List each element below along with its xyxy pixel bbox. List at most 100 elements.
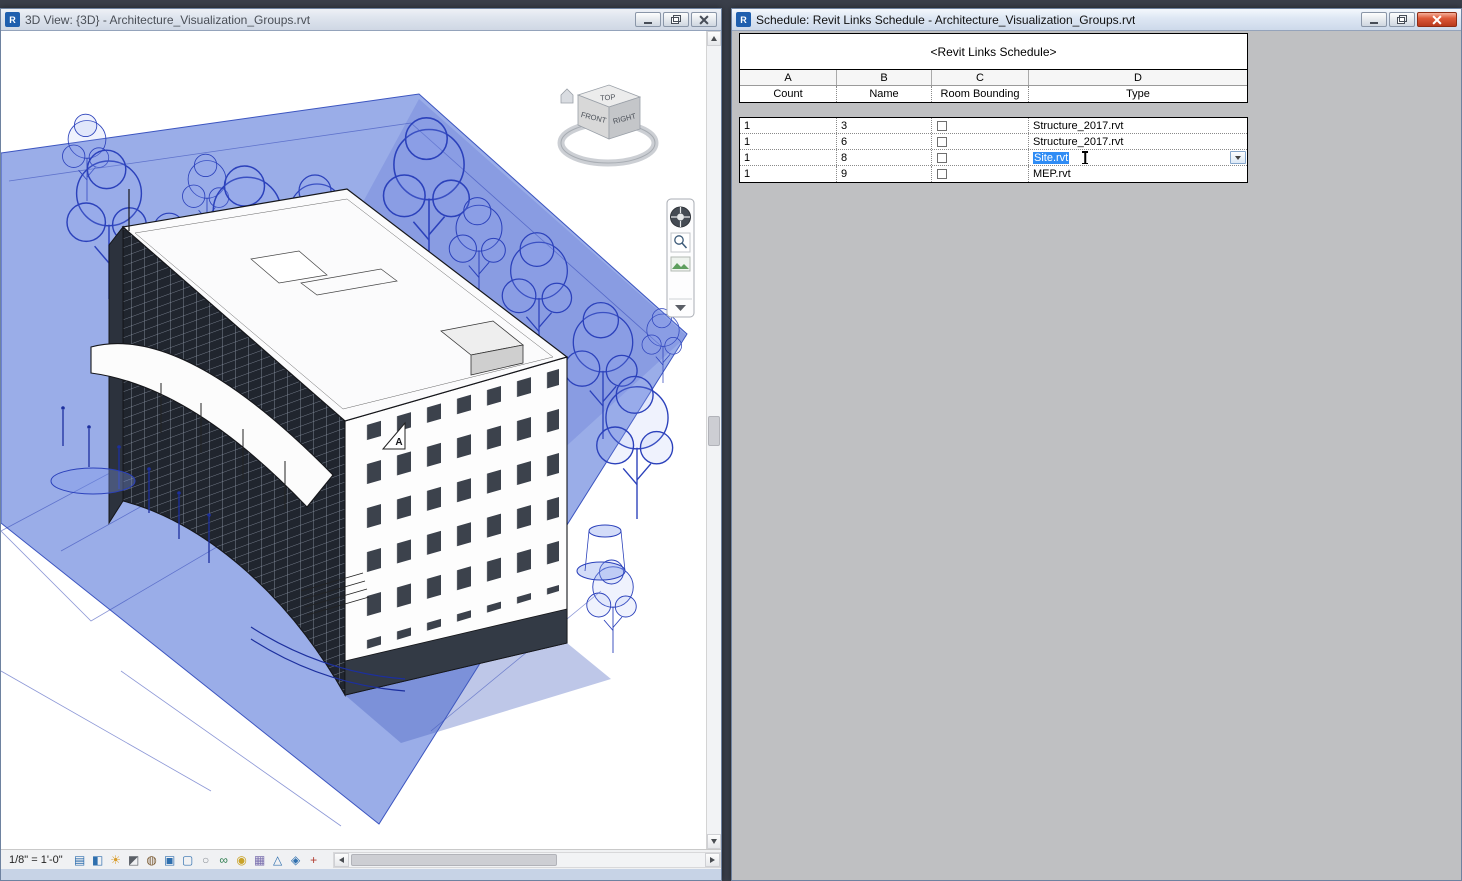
restore-button[interactable] bbox=[663, 12, 689, 27]
cell-name[interactable]: 9 bbox=[837, 166, 932, 182]
cell-type[interactable]: Structure_2017.rvt bbox=[1029, 118, 1247, 133]
viewcube[interactable]: TOP FRONT RIGHT bbox=[561, 85, 655, 163]
type-dropdown-button[interactable] bbox=[1230, 151, 1246, 164]
horizontal-scroll-thumb[interactable] bbox=[351, 854, 558, 866]
close-button[interactable] bbox=[1417, 12, 1457, 27]
schedule-title[interactable]: <Revit Links Schedule> bbox=[740, 34, 1247, 70]
cell-count[interactable]: 1 bbox=[740, 150, 837, 165]
cell-name[interactable]: 3 bbox=[837, 118, 932, 133]
schedule-window: R Schedule: Revit Links Schedule - Archi… bbox=[731, 8, 1462, 881]
detail-level-icon[interactable]: ▤ bbox=[71, 851, 89, 869]
unlocked-3d-view-icon[interactable]: ○ bbox=[197, 851, 215, 869]
close-button[interactable] bbox=[691, 12, 717, 27]
building-sign: A bbox=[395, 437, 402, 448]
schedule-table: <Revit Links Schedule> A B C D Count Nam… bbox=[739, 33, 1248, 183]
cell-room-bounding[interactable] bbox=[932, 150, 1029, 165]
view-control-icons: ▤◧☀◩◍▣▢○∞◉▦△◈+ bbox=[71, 851, 323, 869]
vertical-scrollbar[interactable] bbox=[706, 31, 721, 849]
chevron-down-icon bbox=[1235, 156, 1241, 160]
schedule-row: 19 MEP.rvt bbox=[740, 166, 1247, 182]
show-crop-region-icon[interactable]: ▢ bbox=[179, 851, 197, 869]
type-text: Structure_2017.rvt bbox=[1033, 120, 1124, 132]
highlight-displacement-icon[interactable]: ◈ bbox=[287, 851, 305, 869]
down-arrow-icon bbox=[711, 839, 717, 844]
room-bounding-checkbox[interactable] bbox=[937, 153, 947, 163]
column-header-type[interactable]: Type bbox=[1029, 86, 1247, 102]
schedule-view[interactable]: <Revit Links Schedule> A B C D Count Nam… bbox=[732, 31, 1461, 880]
minimize-button[interactable] bbox=[635, 12, 661, 27]
schedule-titlebar[interactable]: R Schedule: Revit Links Schedule - Archi… bbox=[732, 9, 1461, 31]
room-bounding-checkbox[interactable] bbox=[937, 137, 947, 147]
column-letter-d[interactable]: D bbox=[1029, 70, 1247, 85]
show-rendering-dialog-icon[interactable]: ◍ bbox=[143, 851, 161, 869]
cell-type[interactable]: Site.rvt bbox=[1029, 150, 1247, 165]
analytical-model-icon[interactable]: △ bbox=[269, 851, 287, 869]
3d-view-titlebar[interactable]: R 3D View: {3D} - Architecture_Visualiza… bbox=[1, 9, 721, 31]
scroll-right-button[interactable] bbox=[705, 853, 720, 867]
scroll-up-button[interactable] bbox=[707, 31, 721, 46]
schedule-window-title: Schedule: Revit Links Schedule - Archite… bbox=[756, 13, 1135, 27]
column-letter-row: A B C D bbox=[740, 70, 1247, 86]
3d-view-window: R 3D View: {3D} - Architecture_Visualiza… bbox=[0, 8, 722, 881]
left-arrow-icon bbox=[339, 857, 344, 863]
cell-type[interactable]: Structure_2017.rvt bbox=[1029, 134, 1247, 149]
restore-icon bbox=[1397, 15, 1407, 24]
cell-count[interactable]: 1 bbox=[740, 166, 837, 182]
window-controls bbox=[635, 12, 717, 27]
sun-path-icon[interactable]: ☀ bbox=[107, 851, 125, 869]
column-letter-c[interactable]: C bbox=[932, 70, 1029, 85]
restore-icon bbox=[671, 15, 681, 24]
reveal-hidden-elements-icon[interactable]: ◉ bbox=[233, 851, 251, 869]
cell-room-bounding[interactable] bbox=[932, 118, 1029, 133]
column-header-row: Count Name Room Bounding Type bbox=[740, 86, 1247, 102]
visual-style-icon[interactable]: ◧ bbox=[89, 851, 107, 869]
column-header-name[interactable]: Name bbox=[837, 86, 932, 102]
minimize-icon bbox=[1370, 22, 1378, 24]
window-frame bbox=[1, 869, 721, 880]
cell-room-bounding[interactable] bbox=[932, 166, 1029, 182]
scroll-down-button[interactable] bbox=[707, 834, 721, 849]
home-icon[interactable] bbox=[561, 89, 573, 103]
cell-name[interactable]: 6 bbox=[837, 134, 932, 149]
cell-name[interactable]: 8 bbox=[837, 150, 932, 165]
view-control-bar: 1/8" = 1'-0" ▤◧☀◩◍▣▢○∞◉▦△◈+ bbox=[1, 849, 721, 869]
selected-cell-text: Site.rvt bbox=[1033, 152, 1069, 164]
column-header-room-bounding[interactable]: Room Bounding bbox=[932, 86, 1029, 102]
column-header-count[interactable]: Count bbox=[740, 86, 837, 102]
cell-type[interactable]: MEP.rvt bbox=[1029, 166, 1247, 182]
room-bounding-checkbox[interactable] bbox=[937, 121, 947, 131]
restore-button[interactable] bbox=[1389, 12, 1415, 27]
ibeam-cursor bbox=[1081, 151, 1089, 164]
viewcube-top-label: TOP bbox=[600, 92, 616, 102]
scale-button[interactable]: 1/8" = 1'-0" bbox=[9, 854, 63, 866]
room-bounding-checkbox[interactable] bbox=[937, 169, 947, 179]
temporary-hide-isolate-icon[interactable]: ∞ bbox=[215, 851, 233, 869]
vertical-scroll-track[interactable] bbox=[707, 46, 721, 834]
cell-count[interactable]: 1 bbox=[740, 134, 837, 149]
shadows-icon[interactable]: ◩ bbox=[125, 851, 143, 869]
schedule-rows: 13Structure_2017.rvt16Structure_2017.rvt… bbox=[739, 117, 1248, 183]
vertical-scroll-thumb[interactable] bbox=[708, 416, 720, 446]
scroll-left-button[interactable] bbox=[334, 853, 349, 867]
cell-count[interactable]: 1 bbox=[740, 118, 837, 133]
minimize-icon bbox=[644, 22, 652, 24]
revit-file-icon: R bbox=[736, 12, 751, 27]
navigation-bar[interactable] bbox=[667, 199, 694, 317]
schedule-row: 18 Site.rvt bbox=[740, 150, 1247, 166]
column-letter-b[interactable]: B bbox=[837, 70, 932, 85]
3d-scene: A bbox=[1, 31, 706, 849]
cell-room-bounding[interactable] bbox=[932, 134, 1029, 149]
reveal-constraints-icon[interactable]: + bbox=[305, 851, 323, 869]
minimize-button[interactable] bbox=[1361, 12, 1387, 27]
3d-view-window-title: 3D View: {3D} - Architecture_Visualizati… bbox=[25, 13, 310, 27]
horizontal-scroll-track[interactable] bbox=[349, 853, 705, 867]
horizontal-scrollbar[interactable] bbox=[333, 852, 721, 868]
column-letter-a[interactable]: A bbox=[740, 70, 837, 85]
schedule-header-section: <Revit Links Schedule> A B C D Count Nam… bbox=[739, 33, 1248, 103]
crop-view-icon[interactable]: ▣ bbox=[161, 851, 179, 869]
3d-view-canvas[interactable]: A bbox=[1, 31, 706, 849]
temporary-view-properties-icon[interactable]: ▦ bbox=[251, 851, 269, 869]
right-arrow-icon bbox=[710, 857, 715, 863]
up-arrow-icon bbox=[711, 36, 717, 41]
revit-file-icon: R bbox=[5, 12, 20, 27]
